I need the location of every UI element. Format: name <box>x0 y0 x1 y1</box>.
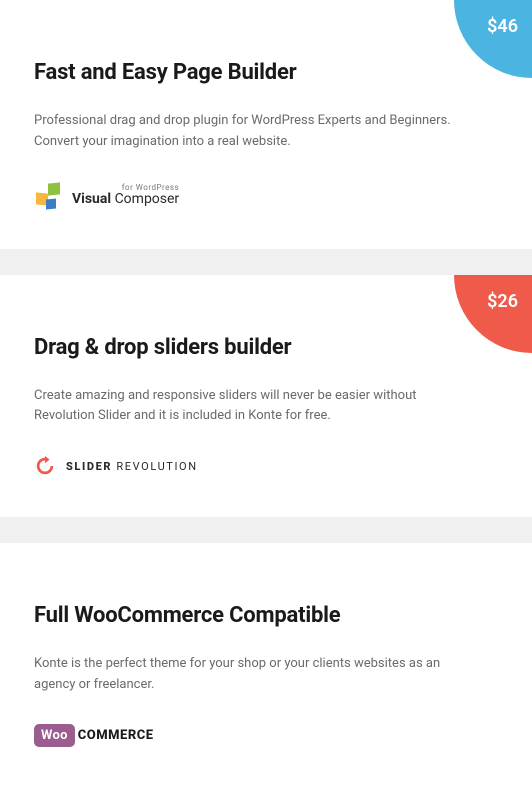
slider-revolution-wordmark: SLIDER REVOLUTION <box>66 460 198 473</box>
price-text: $46 <box>487 16 518 37</box>
slider-revolution-icon <box>34 455 56 477</box>
card-title: Fast and Easy Page Builder <box>34 60 498 85</box>
card-description: Konte is the perfect theme for your shop… <box>34 654 474 696</box>
card-title: Drag & drop sliders builder <box>34 335 498 360</box>
feature-card-woocommerce: Full WooCommerce Compatible Konte is the… <box>0 543 532 787</box>
card-title: Full WooCommerce Compatible <box>34 603 498 628</box>
slider-revolution-logo: SLIDER REVOLUTION <box>34 455 498 477</box>
woocommerce-wordmark: COMMERCE <box>78 728 154 743</box>
visual-composer-wordmark: for WordPress Visual Composer <box>72 184 179 206</box>
feature-card-slider-revolution: $26 Drag & drop sliders builder Create a… <box>0 275 532 518</box>
woocommerce-logo: Woo COMMERCE <box>34 724 498 747</box>
visual-composer-icon <box>34 181 62 209</box>
woocommerce-bubble-icon: Woo <box>34 724 75 747</box>
card-description: Create amazing and responsive sliders wi… <box>34 386 474 428</box>
card-description: Professional drag and drop plugin for Wo… <box>34 111 474 153</box>
logo-maintext: Visual Composer <box>72 192 179 206</box>
price-text: $26 <box>487 291 518 312</box>
feature-card-visual-composer: $46 Fast and Easy Page Builder Professio… <box>0 0 532 249</box>
visual-composer-logo: for WordPress Visual Composer <box>34 181 498 209</box>
